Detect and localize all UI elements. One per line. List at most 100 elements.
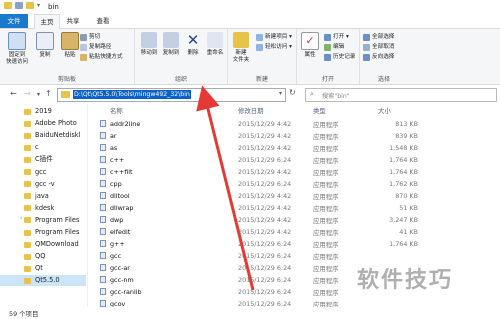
folder-icon <box>24 169 31 175</box>
folder-icon <box>24 229 31 236</box>
new-folder-button[interactable]: 新建 文件夹 <box>227 32 255 64</box>
group-open: ✓ 属性 打开 ▾ 编辑 历史记录 打开 <box>297 29 360 84</box>
new-item-icon <box>256 34 263 41</box>
new-folder-icon[interactable] <box>26 2 34 9</box>
sidebar-item[interactable]: java <box>24 191 49 202</box>
sidebar-item[interactable]: Program Files <box>24 227 79 238</box>
chevron-down-icon[interactable]: ▾ <box>279 90 282 97</box>
cut-button[interactable]: 剪切 <box>80 33 100 42</box>
column-name[interactable]: 名称 <box>110 106 123 115</box>
sidebar-item[interactable]: kdesk <box>24 203 54 214</box>
sidebar-item-label: QQ <box>35 252 46 261</box>
history-button[interactable]: 历史记录 <box>324 53 355 62</box>
sidebar-item[interactable]: Program Files <box>24 215 79 226</box>
sidebar-item[interactable]: Adobe Photo <box>24 118 77 129</box>
up-arrow-icon[interactable]: ↑ <box>45 89 52 98</box>
file-row[interactable]: cpp 2015/12/29 6:24 应用程序 1,762 KB <box>88 178 500 189</box>
executable-icon <box>100 264 106 271</box>
sidebar-item[interactable]: 2019 <box>24 106 52 117</box>
select-none-button[interactable]: 全部取消 <box>363 43 394 52</box>
file-row[interactable]: gcc 2015/12/29 6:24 应用程序 <box>88 250 500 261</box>
file-row[interactable]: c++filt 2015/12/29 4:42 应用程序 1,764 KB <box>88 166 500 177</box>
sidebar-item[interactable]: c <box>24 142 39 153</box>
back-arrow-icon[interactable]: ← <box>10 89 17 98</box>
file-row[interactable]: addr2line 2015/12/29 4:42 应用程序 813 KB <box>88 118 500 129</box>
address-input[interactable]: D:\Qt\Qt5.5.0\Tools\mingw492_32\bin ▾ <box>57 88 286 102</box>
sidebar-item[interactable]: C插件 <box>24 154 53 165</box>
folder-icon <box>24 193 31 200</box>
watermark-text: 软件技巧 <box>357 268 454 293</box>
file-row[interactable]: dllwrap 2015/12/29 4:42 应用程序 51 KB <box>88 202 500 213</box>
file-date: 2015/12/29 4:42 <box>238 120 292 128</box>
file-type: 应用程序 <box>313 277 339 285</box>
sidebar-item[interactable]: gcc <box>24 167 46 178</box>
address-path[interactable]: D:\Qt\Qt5.5.0\Tools\mingw492_32\bin <box>73 90 191 99</box>
cut-label: 剪切 <box>89 34 101 40</box>
chevron-down-icon[interactable]: ▾ <box>37 2 40 9</box>
file-row[interactable]: as 2015/12/29 4:42 应用程序 1,548 KB <box>88 142 500 153</box>
select-all-button[interactable]: 全部选择 <box>363 33 394 42</box>
pin-quick-access-button[interactable]: 固定到 快速访问 <box>3 32 31 66</box>
file-name: c++ <box>110 156 125 164</box>
invert-selection-button[interactable]: 反向选择 <box>363 53 394 62</box>
column-type[interactable]: 类型 <box>313 106 326 115</box>
forward-arrow-icon[interactable]: → <box>24 89 31 98</box>
copy-to-icon <box>163 32 179 48</box>
sidebar-item[interactable]: Qt5.5.0 <box>0 275 86 287</box>
easy-access-button[interactable]: 轻松访问 ▾ <box>256 43 292 52</box>
address-bar-row: ← → ▾ ↑ D:\Qt\Qt5.5.0\Tools\mingw492_32\… <box>0 85 500 103</box>
sidebar-item-label: kdesk <box>35 203 55 212</box>
sidebar-item-label: 2019 <box>35 107 52 115</box>
file-type: 应用程序 <box>313 121 339 129</box>
open-button[interactable]: 打开 ▾ <box>324 33 349 42</box>
tab-home[interactable]: 主页 <box>34 14 60 29</box>
new-folder-icon <box>233 32 249 48</box>
refresh-icon[interactable]: ↻ <box>289 88 296 97</box>
tab-share[interactable]: 共享 <box>62 14 84 28</box>
copy-path-button[interactable]: 复制路径 <box>80 43 111 52</box>
select-all-icon <box>363 34 370 41</box>
new-item-button[interactable]: 新建项目 ▾ <box>256 33 292 42</box>
file-size: 1,764 KB <box>389 240 418 248</box>
chevron-right-icon[interactable]: › <box>20 215 22 222</box>
executable-icon <box>100 252 106 259</box>
sidebar-item[interactable]: BaiduNetdiskl <box>24 130 80 141</box>
file-row[interactable]: elfedit 2015/12/29 4:42 应用程序 41 KB <box>88 226 500 237</box>
copy-button[interactable]: 复制 <box>31 32 59 59</box>
column-size[interactable]: 大小 <box>378 106 391 115</box>
file-name: dllwrap <box>110 204 134 212</box>
recent-chevron-icon[interactable]: ▾ <box>37 91 40 98</box>
file-row[interactable]: dwp 2015/12/29 4:42 应用程序 3,247 KB <box>88 214 500 225</box>
sidebar-item[interactable]: QQ <box>24 251 45 262</box>
paste-shortcut-button[interactable]: 粘贴快捷方式 <box>80 53 123 62</box>
properties-check-icon: ✓ <box>301 32 319 50</box>
group-organize: 移动到 复制到 ✕ 删除 重命名 组织 <box>135 29 228 84</box>
executable-icon <box>100 120 106 127</box>
window-title: bin <box>48 3 59 11</box>
file-type: 应用程序 <box>313 217 339 225</box>
file-size: 870 KB <box>395 192 418 200</box>
sidebar-item[interactable]: Qt <box>24 263 43 274</box>
tab-view[interactable]: 查看 <box>92 14 114 28</box>
file-date: 2015/12/29 6:24 <box>238 288 292 296</box>
search-input[interactable]: ⌕ 搜索"bin" <box>305 88 497 102</box>
folder-icon <box>24 205 31 212</box>
file-date: 2015/12/29 6:24 <box>238 180 292 188</box>
properties-icon[interactable] <box>15 2 23 9</box>
file-row[interactable]: dlltool 2015/12/29 4:42 应用程序 870 KB <box>88 190 500 201</box>
edit-button[interactable]: 编辑 <box>324 43 344 52</box>
properties-button[interactable]: ✓ 属性 <box>296 32 324 59</box>
sidebar-item-label: BaiduNetdiskl <box>35 131 81 140</box>
group-title-clipboard: 剪贴板 <box>57 76 76 83</box>
rename-button[interactable]: 重命名 <box>201 32 229 57</box>
file-type: 应用程序 <box>313 181 339 189</box>
file-row[interactable]: c++ 2015/12/29 6:24 应用程序 1,764 KB <box>88 154 500 165</box>
file-row[interactable]: g++ 2015/12/29 6:24 应用程序 1,764 KB <box>88 238 500 249</box>
file-row[interactable]: ar 2015/12/29 4:42 应用程序 839 KB <box>88 130 500 141</box>
sidebar-item[interactable]: QMDownload <box>24 239 79 250</box>
column-date[interactable]: 修改日期 <box>238 106 264 115</box>
search-placeholder: 搜索"bin" <box>322 93 350 100</box>
sidebar-item[interactable]: gcc -v <box>24 179 55 190</box>
tab-file[interactable]: 文件 <box>0 14 28 28</box>
file-date: 2015/12/29 6:24 <box>238 276 292 284</box>
